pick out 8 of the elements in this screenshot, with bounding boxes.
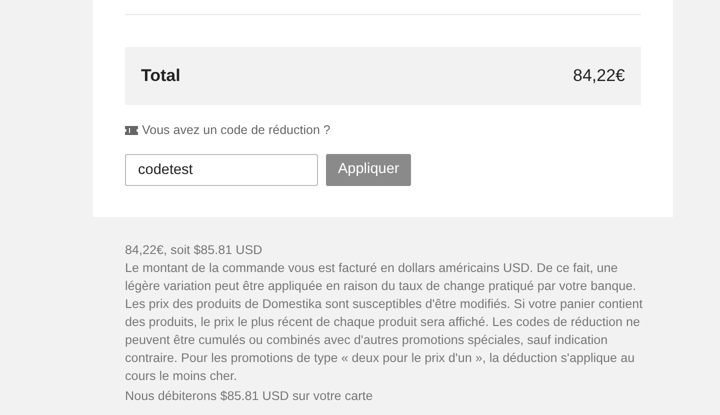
total-label: Total <box>141 65 180 88</box>
coupon-input-field[interactable]: codetest <box>125 154 318 186</box>
ticket-icon <box>125 126 138 134</box>
conversion-text: 84,22€, soit $85.81 USD <box>125 242 264 259</box>
charge-note: Nous débiterons $85.81 USD sur votre carte <box>125 389 374 404</box>
coupon-prompt: Vous avez un code de réduction ? <box>142 122 330 138</box>
billing-notice: Le montant de la commande vous est facturé en dollars américains USD. De ce fait, une légère variation peut être appliquée en raison du taux de change pratiqué par votre banque. Les prix des produits de Domestika sont susceptibles d'être modifiés. Si votre panier contient des produits, le prix le plus récent de chaque produit sera affiché. Les codes de réduction ne peuvent être cumulés ou combinés avec d'autres promotions spéciales, sauf indication contraire. Pour les promotions de type « deux pour le prix d'un », la déduction s'applique au cours le moins cher. <box>125 260 644 385</box>
total-amount: 84,22€ <box>573 65 625 88</box>
